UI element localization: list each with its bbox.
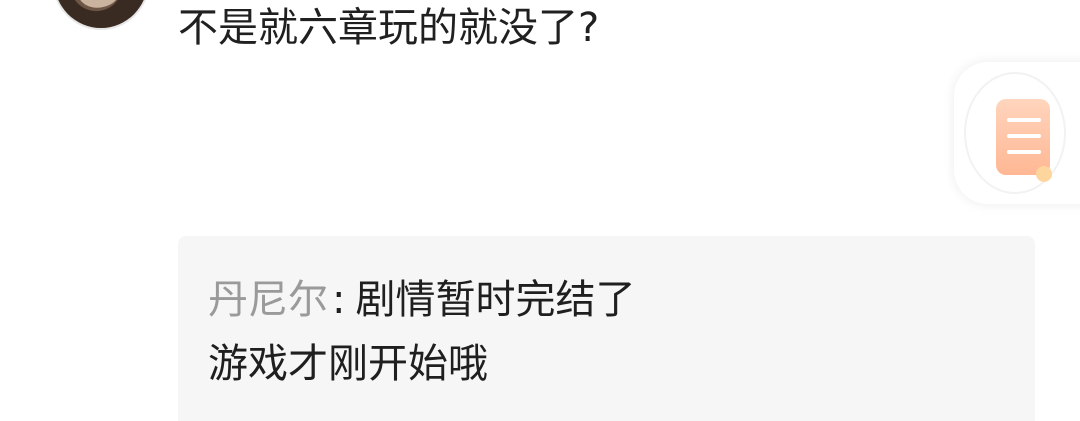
reply-separator: :: [332, 277, 346, 323]
reply-text-line-1: 剧情暂时完结了: [355, 277, 636, 323]
reply-preview[interactable]: 丹尼尔: 剧情暂时完结了 游戏才刚开始哦: [178, 236, 1035, 421]
reply-row: 游戏才刚开始哦: [208, 332, 1035, 396]
reply-text-line-2: 游戏才刚开始哦: [208, 341, 488, 387]
comment-text: 不是就六章玩的就没了?: [178, 5, 600, 51]
reply-author[interactable]: 丹尼尔: [208, 277, 328, 323]
avatar[interactable]: [52, 0, 150, 30]
reply-row: 丹尼尔: 剧情暂时完结了: [208, 268, 1035, 332]
chat-icon: [996, 99, 1052, 182]
comment-list-button[interactable]: [954, 62, 1080, 204]
comment-list-button-inner: [964, 72, 1066, 194]
